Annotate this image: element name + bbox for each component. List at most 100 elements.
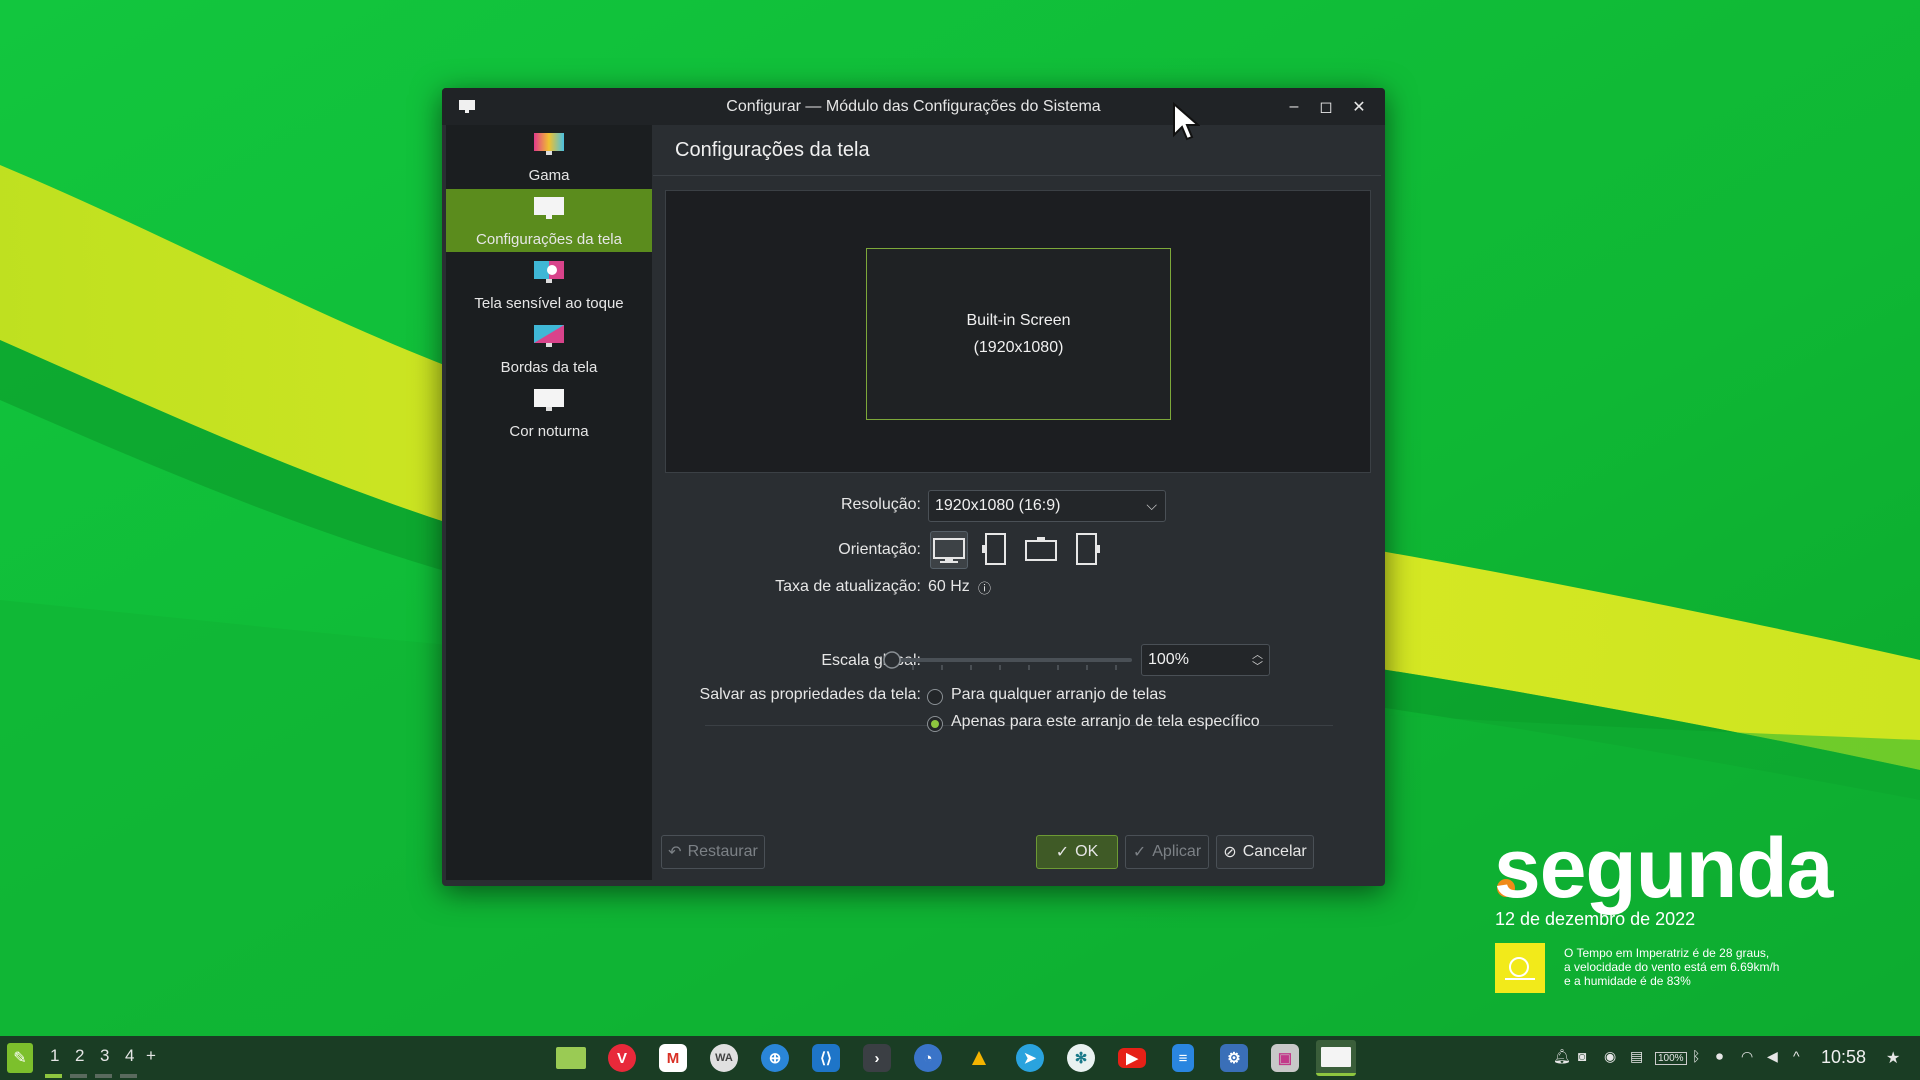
terminal-icon[interactable]: › <box>857 1040 897 1076</box>
radio-specific-arrangement[interactable] <box>927 716 943 732</box>
title-bar[interactable]: Configurar — Módulo das Configurações do… <box>442 88 1385 125</box>
telegram-icon[interactable]: ➤ <box>1010 1040 1050 1076</box>
orientation-flipped-button[interactable] <box>1023 531 1061 569</box>
file-manager-icon[interactable] <box>551 1040 591 1076</box>
sidebar-item-touchscreen[interactable]: Tela sensível ao toque <box>446 253 652 316</box>
slider-handle <box>883 651 901 669</box>
maximize-button[interactable]: ◻ <box>1315 96 1337 118</box>
network-icon[interactable]: ⊕ <box>755 1040 795 1076</box>
widget-weekday: segunda <box>1494 821 1833 915</box>
gamma-icon <box>534 133 564 155</box>
vivaldi-icon[interactable]: V <box>602 1040 642 1076</box>
notifications-icon[interactable]: 🔔︎ <box>1553 1048 1571 1065</box>
desktop-3[interactable]: 3 <box>100 1046 109 1066</box>
volume-icon[interactable]: ◀︎ <box>1767 1048 1778 1065</box>
close-button[interactable]: ✕ <box>1348 96 1370 118</box>
scale-value: 100% <box>1148 651 1189 668</box>
main-panel: Configurações da tela Built-in Screen (1… <box>653 125 1381 880</box>
sidebar-item-screen-edges[interactable]: Bordas da tela <box>446 317 652 380</box>
system-monitor-icon[interactable]: ⚙ <box>1214 1040 1254 1076</box>
google-drive-icon[interactable]: ▲ <box>959 1040 999 1076</box>
vscode-icon[interactable]: ⟨⟩ <box>806 1040 846 1076</box>
apply-label: Aplicar <box>1152 843 1202 860</box>
sidebar-item-label: Tela sensível ao toque <box>474 295 624 312</box>
portrait-right-icon <box>1076 533 1100 565</box>
sidebar: Gama Configurações da tela Tela sensível… <box>446 125 652 880</box>
xmpp-icon[interactable]: ✻ <box>1061 1040 1101 1076</box>
global-scale-slider[interactable] <box>880 648 1135 672</box>
clipboard-icon[interactable]: ▤ <box>1630 1048 1643 1065</box>
clock-icon[interactable]: ◔ <box>908 1040 948 1076</box>
sidebar-item-display-settings[interactable]: Configurações da tela <box>446 189 652 252</box>
microphone-icon[interactable]: ⏺ <box>1716 1048 1723 1065</box>
desktop-indicator <box>120 1074 137 1078</box>
cancel-button[interactable]: ⊘ Cancelar <box>1216 835 1314 869</box>
radio-any-arrangement[interactable] <box>927 689 943 705</box>
info-icon[interactable]: ⓘ <box>978 578 991 597</box>
undo-icon: ↶ <box>668 844 682 861</box>
global-scale-spinbox[interactable]: 100% ︿ ﹀ <box>1141 644 1270 676</box>
cancel-label: Cancelar <box>1242 843 1307 860</box>
youtube-icon[interactable]: ▶ <box>1112 1040 1152 1076</box>
cancel-icon: ⊘ <box>1223 844 1237 861</box>
bluetooth-icon[interactable]: ᛒ <box>1692 1048 1700 1064</box>
sidebar-item-label: Cor noturna <box>509 423 589 440</box>
close-icon: ✕ <box>1352 99 1366 116</box>
minimize-button[interactable]: – <box>1283 96 1305 118</box>
orientation-portrait-right-button[interactable] <box>1069 531 1107 569</box>
desktop-4[interactable]: 4 <box>125 1046 134 1066</box>
orientation-landscape-button[interactable] <box>930 531 968 569</box>
image-viewer-icon[interactable]: ▣ <box>1265 1040 1305 1076</box>
apply-button[interactable]: ✓ Aplicar <box>1125 835 1209 869</box>
app-launcher-icon[interactable]: ✎ <box>7 1043 33 1073</box>
sidebar-item-night-color[interactable]: Cor noturna <box>446 381 652 444</box>
clock[interactable]: 10:58 <box>1821 1047 1866 1068</box>
slider-track <box>883 651 1132 670</box>
radio-any-arrangement-label: Para qualquer arranjo de telas <box>951 686 1167 703</box>
restore-button[interactable]: ↶ Restaurar <box>661 835 765 869</box>
desktop-indicator <box>70 1074 87 1078</box>
weather-line: O Tempo em Imperatriz é de 28 graus, <box>1564 946 1770 960</box>
desktop-1[interactable]: 1 <box>50 1046 59 1066</box>
widget-date: 12 de dezembro de 2022 <box>1495 909 1696 929</box>
check-icon: ✓ <box>1055 844 1070 861</box>
page-title: Configurações da tela <box>675 139 870 161</box>
screen-edges-icon <box>534 325 564 347</box>
star-icon[interactable]: ★ <box>1886 1048 1900 1068</box>
sidebar-item-label: Configurações da tela <box>476 231 622 248</box>
expand-tray-icon[interactable]: ^ <box>1793 1048 1800 1064</box>
desktop-2[interactable]: 2 <box>75 1046 84 1066</box>
orientation-portrait-left-button[interactable] <box>977 531 1015 569</box>
portrait-left-icon <box>982 533 1006 565</box>
display-settings-icon[interactable] <box>1316 1040 1356 1076</box>
desktop-indicator <box>95 1074 112 1078</box>
weather-icon <box>1495 943 1545 993</box>
add-desktop-button[interactable]: + <box>146 1046 156 1066</box>
flipped-icon <box>1025 537 1057 561</box>
orientation-label: Orientação: <box>838 541 921 558</box>
radio-specific-arrangement-label: Apenas para este arranjo de tela específ… <box>951 713 1260 730</box>
minimize-icon: – <box>1289 98 1299 115</box>
output-resolution: (1920x1080) <box>973 339 1064 356</box>
weather-line: e a humidade é de 83% <box>1564 974 1691 988</box>
window-title: Configurar — Módulo das Configurações do… <box>726 98 1101 115</box>
document-icon[interactable]: ≡ <box>1163 1040 1203 1076</box>
resolution-dropdown[interactable]: 1920x1080 (16:9) ⌵ <box>928 490 1166 522</box>
spin-down-icon[interactable]: ﹀ <box>1252 658 1263 674</box>
sidebar-item-gama[interactable]: Gama <box>446 125 652 188</box>
ok-label: OK <box>1075 843 1099 860</box>
battery-icon[interactable]: 100% <box>1655 1052 1687 1065</box>
whatsapp-icon[interactable]: WA <box>704 1040 744 1076</box>
discord-icon[interactable]: ◙ <box>1578 1048 1586 1064</box>
output-name: Built-in Screen <box>966 312 1071 329</box>
resolution-label: Resolução: <box>840 496 921 513</box>
output-screen[interactable]: Built-in Screen (1920x1080) <box>866 248 1171 420</box>
wifi-icon[interactable]: ◠ <box>1741 1048 1753 1065</box>
ok-button[interactable]: ✓ OK <box>1036 835 1118 869</box>
vpn-icon[interactable]: ◉ <box>1604 1048 1616 1065</box>
divider <box>653 175 1381 176</box>
restore-label: Restaurar <box>687 843 758 860</box>
night-color-icon <box>534 389 564 411</box>
gmail-icon[interactable]: M <box>653 1040 693 1076</box>
touchscreen-icon <box>534 261 564 283</box>
